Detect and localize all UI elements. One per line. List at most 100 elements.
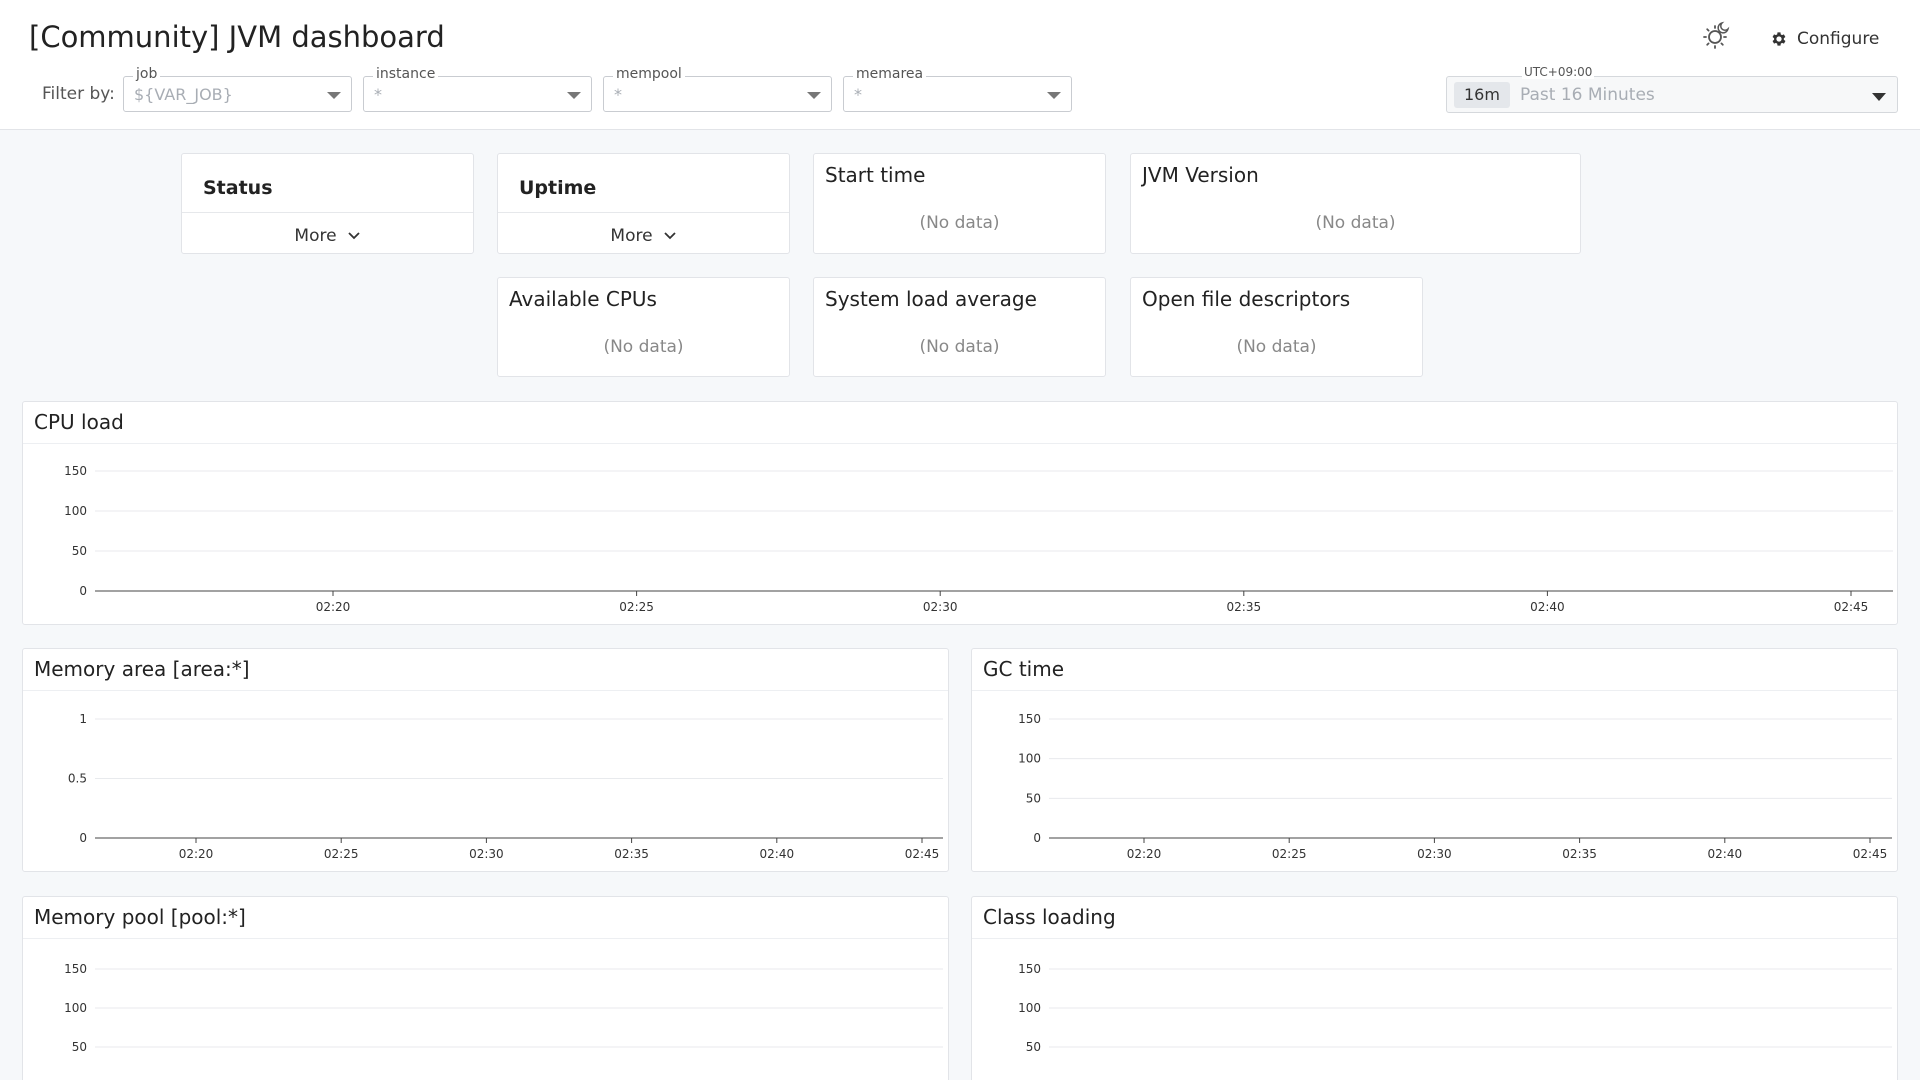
- gc-time-chart: 0 50 100 150 02:20 02:25 02:30 02:35 02:40 02:45: [1018, 712, 1892, 861]
- caret-down-icon: [1872, 93, 1886, 101]
- timezone-label: UTC+09:00: [1522, 65, 1595, 79]
- x-tick-label: 02:30: [1417, 847, 1452, 861]
- class-loading-panel: Class loading 50 100 150: [971, 896, 1898, 1080]
- configure-label: Configure: [1797, 29, 1880, 49]
- x-tick-label: 02:40: [760, 847, 795, 861]
- y-tick-label: 50: [72, 544, 87, 558]
- more-label: More: [610, 226, 653, 246]
- theme-toggle-icon[interactable]: [1700, 20, 1732, 52]
- start-time-card: Start time (No data): [813, 153, 1106, 254]
- open-file-descriptors-card: Open file descriptors (No data): [1130, 277, 1423, 377]
- filter-instance-select[interactable]: instance *: [363, 66, 592, 112]
- cpu-load-panel: CPU load 0 50 100 150 02:20 02:25 02:30 02:35 02…: [22, 401, 1898, 625]
- filter-mempool-select[interactable]: mempool *: [603, 66, 832, 112]
- card-title: Available CPUs: [509, 287, 657, 311]
- filter-memarea-value: *: [854, 85, 862, 104]
- y-tick-label: 0: [1033, 831, 1041, 845]
- y-tick-label: 0.5: [68, 772, 87, 786]
- status-group-card: Status More: [181, 153, 474, 254]
- x-tick-label: 02:20: [179, 847, 214, 861]
- filter-memarea-select[interactable]: memarea *: [843, 66, 1072, 112]
- time-range-text: Past 16 Minutes: [1520, 85, 1655, 105]
- card-title: Start time: [825, 163, 926, 187]
- time-range-picker[interactable]: UTC+09:00 16m Past 16 Minutes: [1446, 65, 1898, 113]
- available-cpus-card: Available CPUs (No data): [497, 277, 790, 377]
- x-tick-label: 02:30: [923, 600, 958, 614]
- system-load-card: System load average (No data): [813, 277, 1106, 377]
- filter-job-value: ${VAR_JOB}: [134, 85, 233, 104]
- x-tick-label: 02:20: [1127, 847, 1162, 861]
- y-tick-label: 100: [1018, 752, 1041, 766]
- class-loading-chart: 50 100 150: [1018, 962, 1892, 1054]
- time-range-badge: 16m: [1454, 82, 1510, 108]
- y-tick-label: 0: [79, 831, 87, 845]
- page-title: [Community] JVM dashboard: [29, 20, 445, 54]
- uptime-more-button[interactable]: More: [498, 222, 789, 250]
- caret-down-icon: [567, 92, 581, 99]
- y-tick-label: 100: [64, 1001, 87, 1015]
- y-tick-label: 100: [1018, 1001, 1041, 1015]
- y-tick-label: 50: [1026, 1040, 1041, 1054]
- x-tick-label: 02:20: [316, 600, 351, 614]
- x-tick-label: 02:35: [1227, 600, 1262, 614]
- chevron-down-icon: [347, 232, 360, 240]
- x-tick-label: 02:35: [1562, 847, 1597, 861]
- y-tick-label: 50: [1026, 791, 1041, 805]
- uptime-card-title: Uptime: [519, 177, 597, 199]
- y-tick-label: 1: [79, 712, 87, 726]
- more-label: More: [294, 226, 337, 246]
- configure-button[interactable]: Configure: [1770, 24, 1879, 54]
- no-data-text: (No data): [919, 213, 1000, 233]
- memory-pool-panel: Memory pool [pool:*] 50 100 150: [22, 896, 949, 1080]
- no-data-text: (No data): [1236, 337, 1317, 357]
- status-card-title: Status: [203, 177, 273, 199]
- filter-label: Filter by:: [42, 84, 115, 104]
- chevron-down-icon: [663, 232, 676, 240]
- y-tick-label: 150: [1018, 712, 1041, 726]
- divider: [498, 212, 789, 213]
- x-tick-label: 02:45: [905, 847, 940, 861]
- filter-mempool-label: mempool: [613, 66, 685, 82]
- uptime-group-card: Uptime More: [497, 153, 790, 254]
- cpu-load-chart: 0 50 100 150 02:20 02:25 02:30 02:35 02:40 02:45: [64, 464, 1893, 614]
- caret-down-icon: [327, 92, 341, 99]
- gear-icon: [1772, 32, 1786, 46]
- x-tick-label: 02:45: [1853, 847, 1888, 861]
- filter-instance-value: *: [374, 85, 382, 104]
- no-data-text: (No data): [919, 337, 1000, 357]
- y-tick-label: 0: [79, 584, 87, 598]
- card-title: JVM Version: [1142, 163, 1259, 187]
- caret-down-icon: [1047, 92, 1061, 99]
- divider: [182, 212, 473, 213]
- x-tick-label: 02:35: [614, 847, 649, 861]
- x-tick-label: 02:45: [1834, 600, 1869, 614]
- jvm-version-card: JVM Version (No data): [1130, 153, 1581, 254]
- filter-instance-label: instance: [373, 66, 439, 82]
- filter-job-select[interactable]: job ${VAR_JOB}: [123, 66, 352, 112]
- filter-job-label: job: [133, 66, 161, 82]
- x-tick-label: 02:30: [469, 847, 504, 861]
- no-data-text: (No data): [603, 337, 684, 357]
- status-more-button[interactable]: More: [182, 222, 473, 250]
- memory-pool-chart: 50 100 150: [64, 962, 943, 1054]
- x-tick-label: 02:25: [619, 600, 654, 614]
- gc-time-panel: GC time 0 50 100 150 02:20 02:25 02:30 02:35 02:…: [971, 648, 1898, 872]
- y-tick-label: 100: [64, 504, 87, 518]
- x-tick-label: 02:25: [1272, 847, 1307, 861]
- x-tick-label: 02:25: [324, 847, 359, 861]
- card-title: System load average: [825, 287, 1037, 311]
- memory-area-panel: Memory area [area:*] 0 0.5 1 02:20 02:25 02:3…: [22, 648, 949, 872]
- y-tick-label: 50: [72, 1040, 87, 1054]
- memory-area-chart: 0 0.5 1 02:20 02:25 02:30 02:35 02:40 02:45: [68, 712, 943, 861]
- filter-mempool-value: *: [614, 85, 622, 104]
- y-tick-label: 150: [64, 962, 87, 976]
- no-data-text: (No data): [1315, 213, 1396, 233]
- card-title: Open file descriptors: [1142, 287, 1351, 311]
- x-tick-label: 02:40: [1530, 600, 1565, 614]
- y-tick-label: 150: [1018, 962, 1041, 976]
- x-tick-label: 02:40: [1708, 847, 1743, 861]
- dashboard-header: [Community] JVM dashboard Filter by: job…: [0, 0, 1920, 130]
- y-tick-label: 150: [64, 464, 87, 478]
- filter-memarea-label: memarea: [853, 66, 927, 82]
- caret-down-icon: [807, 92, 821, 99]
